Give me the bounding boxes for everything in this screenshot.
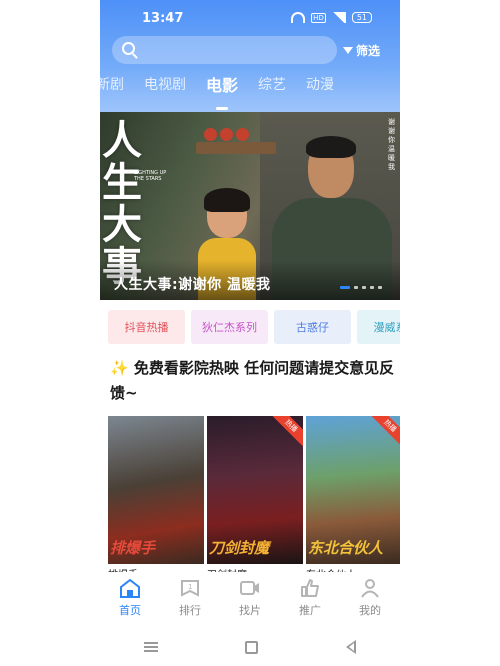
nav-profile[interactable]: 我的 bbox=[340, 578, 400, 628]
movie-card[interactable]: 排爆手 bbox=[108, 416, 204, 564]
banner-apple bbox=[204, 128, 217, 141]
notice-text: ✨ 免费看影院热映 任何问题请提交意见反馈~ bbox=[110, 356, 400, 406]
movie-card[interactable]: 热播 东北合伙人 bbox=[306, 416, 400, 564]
status-bar: 13:47 HD 51 bbox=[100, 0, 400, 36]
nav-find-movies[interactable]: 找片 bbox=[220, 578, 280, 628]
movie-poster-title: 排爆手 bbox=[110, 539, 156, 557]
nav-home[interactable]: 首页 bbox=[100, 578, 160, 628]
pagination-dot[interactable] bbox=[370, 286, 374, 289]
home-square-icon[interactable] bbox=[245, 640, 259, 654]
filter-button[interactable]: 筛选 bbox=[343, 40, 380, 60]
movie-grid: 排爆手 热播 刀剑封魔 热播 东北合伙人 bbox=[108, 416, 400, 578]
hot-ribbon: 热播 bbox=[266, 416, 303, 451]
banner-shelf bbox=[196, 142, 276, 154]
banner-caption: 人生大事:谢谢你 温暖我 bbox=[114, 277, 271, 293]
video-icon bbox=[240, 581, 259, 595]
status-icons: HD 51 bbox=[291, 12, 372, 23]
banner-poster-subtitle: LIGHTING UP THE STARS bbox=[134, 170, 167, 182]
category-tabs: 新剧 电视剧 电影 综艺 动漫 bbox=[100, 72, 400, 110]
topic-chips: 抖音热播狄仁杰系列古惑仔漫威系列 bbox=[108, 310, 400, 344]
featured-banner[interactable]: 人生大事 LIGHTING UP THE STARS 谢谢你温暖我 人生大事:谢… bbox=[100, 112, 400, 300]
tab-anime[interactable]: 动漫 bbox=[306, 74, 334, 104]
top-header: 13:47 HD 51 筛选 新剧 电视剧 电影 综艺 动漫 bbox=[100, 0, 400, 112]
status-time: 13:47 bbox=[142, 11, 184, 26]
signal-icon bbox=[331, 12, 346, 23]
nav-label: 首页 bbox=[119, 604, 141, 617]
banner-side-text: 谢谢你温暖我 bbox=[388, 118, 395, 171]
nav-label: 我的 bbox=[359, 604, 381, 617]
nav-label: 排行 bbox=[179, 604, 201, 617]
banner-apple bbox=[236, 128, 249, 141]
wifi-icon bbox=[291, 12, 306, 23]
nav-promote[interactable]: 推广 bbox=[280, 578, 340, 628]
back-icon[interactable] bbox=[346, 640, 357, 654]
topic-chip[interactable]: 古惑仔 bbox=[274, 310, 351, 344]
svg-text:1: 1 bbox=[188, 583, 192, 591]
topic-chip[interactable]: 狄仁杰系列 bbox=[191, 310, 268, 344]
movie-poster-title: 东北合伙人 bbox=[308, 539, 384, 557]
hot-ribbon: 热播 bbox=[365, 416, 400, 451]
pagination-dot[interactable] bbox=[378, 286, 382, 289]
tab-movies[interactable]: 电影 bbox=[206, 72, 238, 110]
topic-chip[interactable]: 漫威系列 bbox=[357, 310, 400, 344]
sparkle-icon: ✨ bbox=[110, 359, 129, 377]
ranking-icon: 1 bbox=[181, 580, 199, 597]
search-bar[interactable] bbox=[112, 36, 337, 64]
movie-poster-title: 刀剑封魔 bbox=[209, 539, 270, 557]
nav-label: 找片 bbox=[239, 604, 261, 617]
user-icon bbox=[361, 579, 379, 598]
search-icon bbox=[122, 42, 135, 55]
filter-icon bbox=[343, 46, 353, 54]
home-icon bbox=[120, 578, 140, 598]
thumbs-up-icon bbox=[301, 579, 319, 597]
pagination-dot[interactable] bbox=[362, 286, 366, 289]
hd-badge: HD bbox=[311, 12, 326, 23]
system-navigation-bar bbox=[100, 628, 400, 666]
topic-chip[interactable]: 抖音热播 bbox=[108, 310, 185, 344]
app-screen: 13:47 HD 51 筛选 新剧 电视剧 电影 综艺 动漫 人生大 LIGHT… bbox=[100, 0, 400, 666]
nav-ranking[interactable]: 1 排行 bbox=[160, 578, 220, 628]
nav-label: 推广 bbox=[299, 604, 321, 617]
tab-new-drama[interactable]: 新剧 bbox=[100, 74, 124, 104]
tab-tv-series[interactable]: 电视剧 bbox=[144, 74, 186, 104]
filter-label: 筛选 bbox=[356, 43, 381, 58]
movie-card[interactable]: 热播 刀剑封魔 bbox=[207, 416, 303, 564]
banner-pagination bbox=[340, 286, 382, 289]
tab-variety[interactable]: 综艺 bbox=[258, 74, 286, 104]
notice-message: 免费看影院热映 任何问题请提交意见反馈~ bbox=[110, 359, 395, 402]
pagination-dot[interactable] bbox=[340, 286, 350, 289]
pagination-dot[interactable] bbox=[354, 286, 358, 289]
bottom-navigation: 首页 1 排行 找片 推广 我的 bbox=[100, 572, 400, 628]
battery-icon: 51 bbox=[351, 12, 372, 23]
menu-icon[interactable] bbox=[143, 642, 158, 652]
banner-apple bbox=[220, 128, 233, 141]
